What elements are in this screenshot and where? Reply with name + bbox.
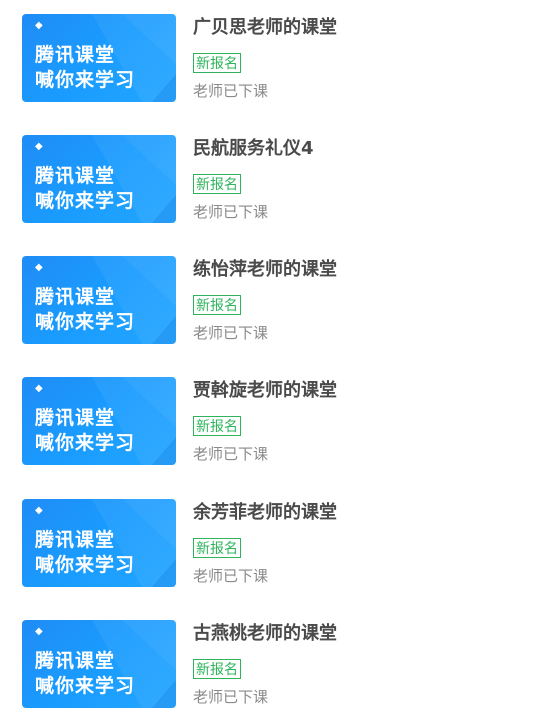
course-item[interactable]: ◆ 腾讯课堂 喊你来学习 余芳菲老师的课堂 新报名 老师已下课 — [0, 485, 553, 595]
course-item[interactable]: ◆ 腾讯课堂 喊你来学习 练怡萍老师的课堂 新报名 老师已下课 — [0, 242, 553, 352]
class-status: 老师已下课 — [193, 82, 269, 100]
course-title[interactable]: 古燕桃老师的课堂 — [193, 622, 337, 646]
class-status: 老师已下课 — [193, 688, 269, 706]
course-thumbnail[interactable]: ◆ 腾讯课堂 喊你来学习 — [22, 499, 176, 587]
tencent-class-logo-icon: ◆ — [35, 141, 43, 152]
thumbnail-line-1: 腾讯课堂 — [35, 407, 116, 429]
tencent-class-logo-icon: ◆ — [35, 626, 43, 637]
course-thumbnail[interactable]: ◆ 腾讯课堂 喊你来学习 — [22, 256, 176, 344]
course-item[interactable]: ◆ 腾讯课堂 喊你来学习 贾斡旋老师的课堂 新报名 老师已下课 — [0, 363, 553, 473]
new-enroll-badge: 新报名 — [193, 53, 241, 73]
course-title[interactable]: 练怡萍老师的课堂 — [193, 258, 337, 282]
course-list: ◆ 腾讯课堂 喊你来学习 广贝思老师的课堂 新报名 老师已下课 ◆ 腾讯课堂 喊… — [0, 0, 553, 727]
course-item[interactable]: ◆ 腾讯课堂 喊你来学习 古燕桃老师的课堂 新报名 老师已下课 — [0, 606, 553, 716]
thumbnail-line-2: 喊你来学习 — [35, 69, 136, 91]
course-title[interactable]: 广贝思老师的课堂 — [193, 16, 337, 40]
new-enroll-badge: 新报名 — [193, 295, 241, 315]
new-enroll-badge: 新报名 — [193, 174, 241, 194]
thumbnail-line-2: 喊你来学习 — [35, 675, 136, 697]
course-thumbnail[interactable]: ◆ 腾讯课堂 喊你来学习 — [22, 620, 176, 708]
thumbnail-line-1: 腾讯课堂 — [35, 286, 116, 308]
tencent-class-logo-icon: ◆ — [35, 262, 43, 273]
tencent-class-logo-icon: ◆ — [35, 505, 43, 516]
thumbnail-line-2: 喊你来学习 — [35, 311, 136, 333]
new-enroll-badge: 新报名 — [193, 416, 241, 436]
thumbnail-line-1: 腾讯课堂 — [35, 529, 116, 551]
class-status: 老师已下课 — [193, 324, 269, 342]
course-title[interactable]: 民航服务礼仪4 — [193, 137, 314, 161]
course-thumbnail[interactable]: ◆ 腾讯课堂 喊你来学习 — [22, 377, 176, 465]
course-thumbnail[interactable]: ◆ 腾讯课堂 喊你来学习 — [22, 135, 176, 223]
course-title[interactable]: 贾斡旋老师的课堂 — [193, 379, 337, 403]
thumbnail-line-2: 喊你来学习 — [35, 432, 136, 454]
thumbnail-line-1: 腾讯课堂 — [35, 165, 116, 187]
tencent-class-logo-icon: ◆ — [35, 383, 43, 394]
new-enroll-badge: 新报名 — [193, 659, 241, 679]
thumbnail-line-1: 腾讯课堂 — [35, 650, 116, 672]
course-thumbnail[interactable]: ◆ 腾讯课堂 喊你来学习 — [22, 14, 176, 102]
tencent-class-logo-icon: ◆ — [35, 20, 43, 31]
course-title[interactable]: 余芳菲老师的课堂 — [193, 501, 337, 525]
class-status: 老师已下课 — [193, 445, 269, 463]
course-item[interactable]: ◆ 腾讯课堂 喊你来学习 广贝思老师的课堂 新报名 老师已下课 — [0, 0, 553, 110]
new-enroll-badge: 新报名 — [193, 538, 241, 558]
class-status: 老师已下课 — [193, 203, 269, 221]
thumbnail-line-1: 腾讯课堂 — [35, 44, 116, 66]
thumbnail-line-2: 喊你来学习 — [35, 190, 136, 212]
class-status: 老师已下课 — [193, 567, 269, 585]
thumbnail-line-2: 喊你来学习 — [35, 554, 136, 576]
course-item[interactable]: ◆ 腾讯课堂 喊你来学习 民航服务礼仪4 新报名 老师已下课 — [0, 121, 553, 231]
